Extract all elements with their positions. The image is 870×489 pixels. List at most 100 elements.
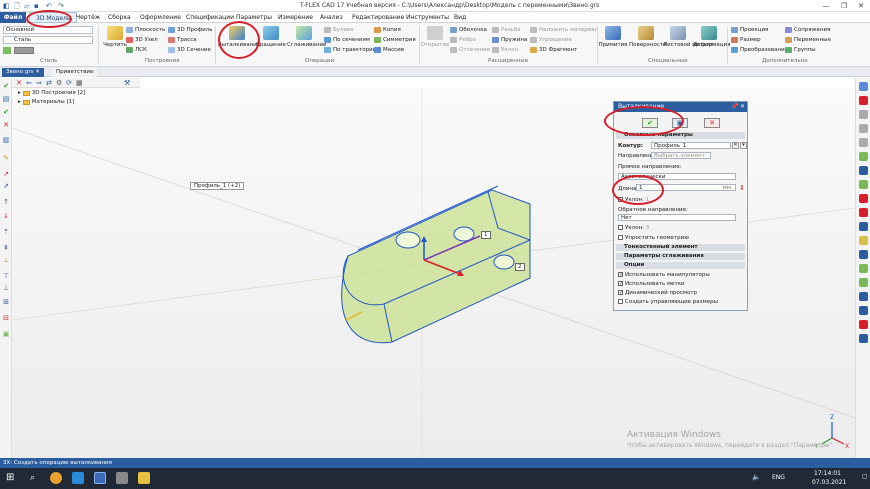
smooth-button[interactable]: Сглаживание: [287, 26, 326, 48]
open-icon[interactable]: ▱: [24, 2, 29, 10]
tab-welcome[interactable]: Приветствие: [52, 68, 98, 77]
sheet-metal-button[interactable]: Листовой металл: [663, 26, 713, 48]
edit-icon[interactable]: ✎: [2, 154, 10, 162]
length-icon[interactable]: ⇞: [2, 244, 10, 252]
chrome-icon[interactable]: [50, 472, 62, 484]
magnet-icon[interactable]: [859, 96, 868, 105]
camera-icon[interactable]: [859, 334, 868, 343]
material-combo[interactable]: Сталь: [3, 36, 93, 44]
variables-button[interactable]: Переменные: [785, 37, 831, 43]
dimension-label-2[interactable]: 2: [515, 263, 525, 271]
boolean-button[interactable]: Булева: [324, 27, 354, 33]
opt-dims-checkbox[interactable]: [618, 299, 623, 304]
ok-icon[interactable]: ✔: [2, 82, 10, 90]
remove-icon[interactable]: ⊟: [2, 314, 10, 322]
profile-button[interactable]: 3D Профиль: [168, 27, 213, 33]
clock-time[interactable]: 17:14:01: [814, 470, 841, 477]
light-icon[interactable]: [859, 236, 868, 245]
menu-view[interactable]: Вид: [454, 14, 466, 21]
opt-dynamic-row[interactable]: ✓ Динамический просмотр: [618, 290, 697, 296]
app-icon[interactable]: [116, 472, 128, 484]
contour-clear-icon[interactable]: ✕: [732, 142, 739, 149]
zoom-in-icon[interactable]: [859, 124, 868, 133]
symmetry-button[interactable]: Симметрия: [374, 37, 416, 43]
measure-icon[interactable]: [859, 320, 868, 329]
app-c-icon[interactable]: [72, 472, 84, 484]
snap-icon[interactable]: [859, 166, 868, 175]
fragment-button[interactable]: 3D Фрагмент: [530, 47, 577, 53]
thread-button[interactable]: Резьба: [492, 27, 521, 33]
dir2-icon[interactable]: ⇗: [2, 182, 10, 190]
section-view-icon[interactable]: [859, 292, 868, 301]
simplify-row[interactable]: Упростить геометрию: [618, 235, 689, 241]
tools-icon[interactable]: ⚒: [124, 79, 130, 87]
section-smoothing[interactable]: Параметры сглаживания: [616, 253, 745, 260]
forward-nav-icon[interactable]: ⇒: [36, 79, 42, 87]
folder-taskbar-icon[interactable]: [138, 472, 150, 484]
by-path-button[interactable]: По траектории: [324, 47, 376, 53]
rotate-button[interactable]: Вращение: [256, 26, 286, 48]
path-button[interactable]: Трасса: [168, 37, 197, 43]
mates-button[interactable]: Сопряжения: [785, 27, 830, 33]
material-button[interactable]: Наложить материал: [530, 27, 598, 33]
pin-icon[interactable]: 📌: [731, 102, 738, 112]
opt-manipulators-checkbox[interactable]: ✓: [618, 272, 623, 278]
opt-manipulators-row[interactable]: ✓ Использовать манипуляторы: [618, 272, 710, 278]
section-button[interactable]: 3D Сечение: [168, 47, 211, 53]
tab-zveno[interactable]: Звено.grs ✕: [2, 68, 44, 77]
section-view2-icon[interactable]: [859, 306, 868, 315]
refresh-icon[interactable]: ⟳: [66, 79, 72, 87]
cancel-icon[interactable]: ✕: [2, 121, 10, 129]
thin-icon[interactable]: ⊤: [2, 272, 10, 280]
dialog-cancel-button[interactable]: ✕: [704, 118, 720, 128]
check2-icon[interactable]: [859, 208, 868, 217]
section-thin-wall[interactable]: Тонкостенный элемент: [616, 244, 745, 251]
body-icon[interactable]: ▣: [2, 330, 10, 338]
check-icon[interactable]: [859, 194, 868, 203]
select-icon[interactable]: ▥: [2, 136, 10, 144]
color-swatch[interactable]: [3, 47, 11, 54]
surfaces-button[interactable]: Поверхности: [629, 26, 667, 48]
reverse-icon[interactable]: ↓: [2, 212, 10, 220]
opt-labels-row[interactable]: ✓ Использовать метки: [618, 281, 685, 287]
menu-editing[interactable]: Редактирование: [352, 14, 404, 21]
filter-select-icon[interactable]: [859, 152, 868, 161]
maximize-button[interactable]: ❐: [836, 0, 852, 12]
slope-button[interactable]: Уклон: [492, 47, 518, 53]
color-picker[interactable]: [14, 47, 34, 54]
undo-icon[interactable]: ↶: [46, 2, 52, 10]
tflex-icon[interactable]: [94, 472, 106, 484]
close-panel-icon[interactable]: ✕: [16, 79, 22, 87]
dialog-close-icon[interactable]: ✕: [740, 102, 745, 112]
menu-analysis[interactable]: Анализ: [320, 14, 343, 21]
flip-direction-icon[interactable]: ⇕: [738, 184, 746, 192]
dir-icon[interactable]: ↗: [2, 170, 10, 178]
view-icon[interactable]: [859, 82, 868, 91]
plane-button[interactable]: Плоскость: [126, 27, 165, 33]
axis-icon[interactable]: ⇡: [2, 228, 10, 236]
copy-button[interactable]: Копия: [374, 27, 401, 33]
open-op-button[interactable]: Открытие: [420, 26, 450, 48]
slope-tool-icon[interactable]: ⟂: [2, 256, 10, 264]
node-button[interactable]: 3D Узел: [126, 37, 158, 43]
save-icon[interactable]: ▪: [34, 2, 39, 10]
array-button[interactable]: Массив: [374, 47, 404, 53]
spring-button[interactable]: Пружина: [492, 37, 527, 43]
transform-button[interactable]: Преобразование: [731, 47, 788, 53]
merge-icon[interactable]: ⊞: [2, 298, 10, 306]
rib-button[interactable]: Ребро: [450, 37, 476, 43]
layers-icon[interactable]: [859, 222, 868, 231]
deform-button[interactable]: Деформация: [693, 26, 730, 48]
slope2-checkbox[interactable]: [618, 225, 623, 230]
menu-file[interactable]: Файл: [0, 12, 26, 23]
menu-assembly[interactable]: Сборка: [108, 14, 131, 21]
direction-field[interactable]: Выбрать элемент: [651, 152, 711, 159]
dimension-label-1[interactable]: 1: [481, 231, 491, 239]
menu-drawing[interactable]: Чертёж: [76, 14, 100, 21]
reverse-select[interactable]: Нет: [618, 214, 736, 221]
redo-icon[interactable]: ↷: [58, 2, 64, 10]
settings-icon[interactable]: ⚙: [56, 79, 62, 87]
section-options[interactable]: Опции: [616, 262, 745, 269]
back-icon[interactable]: ⇐: [26, 79, 32, 87]
zoom-icon[interactable]: [859, 110, 868, 119]
